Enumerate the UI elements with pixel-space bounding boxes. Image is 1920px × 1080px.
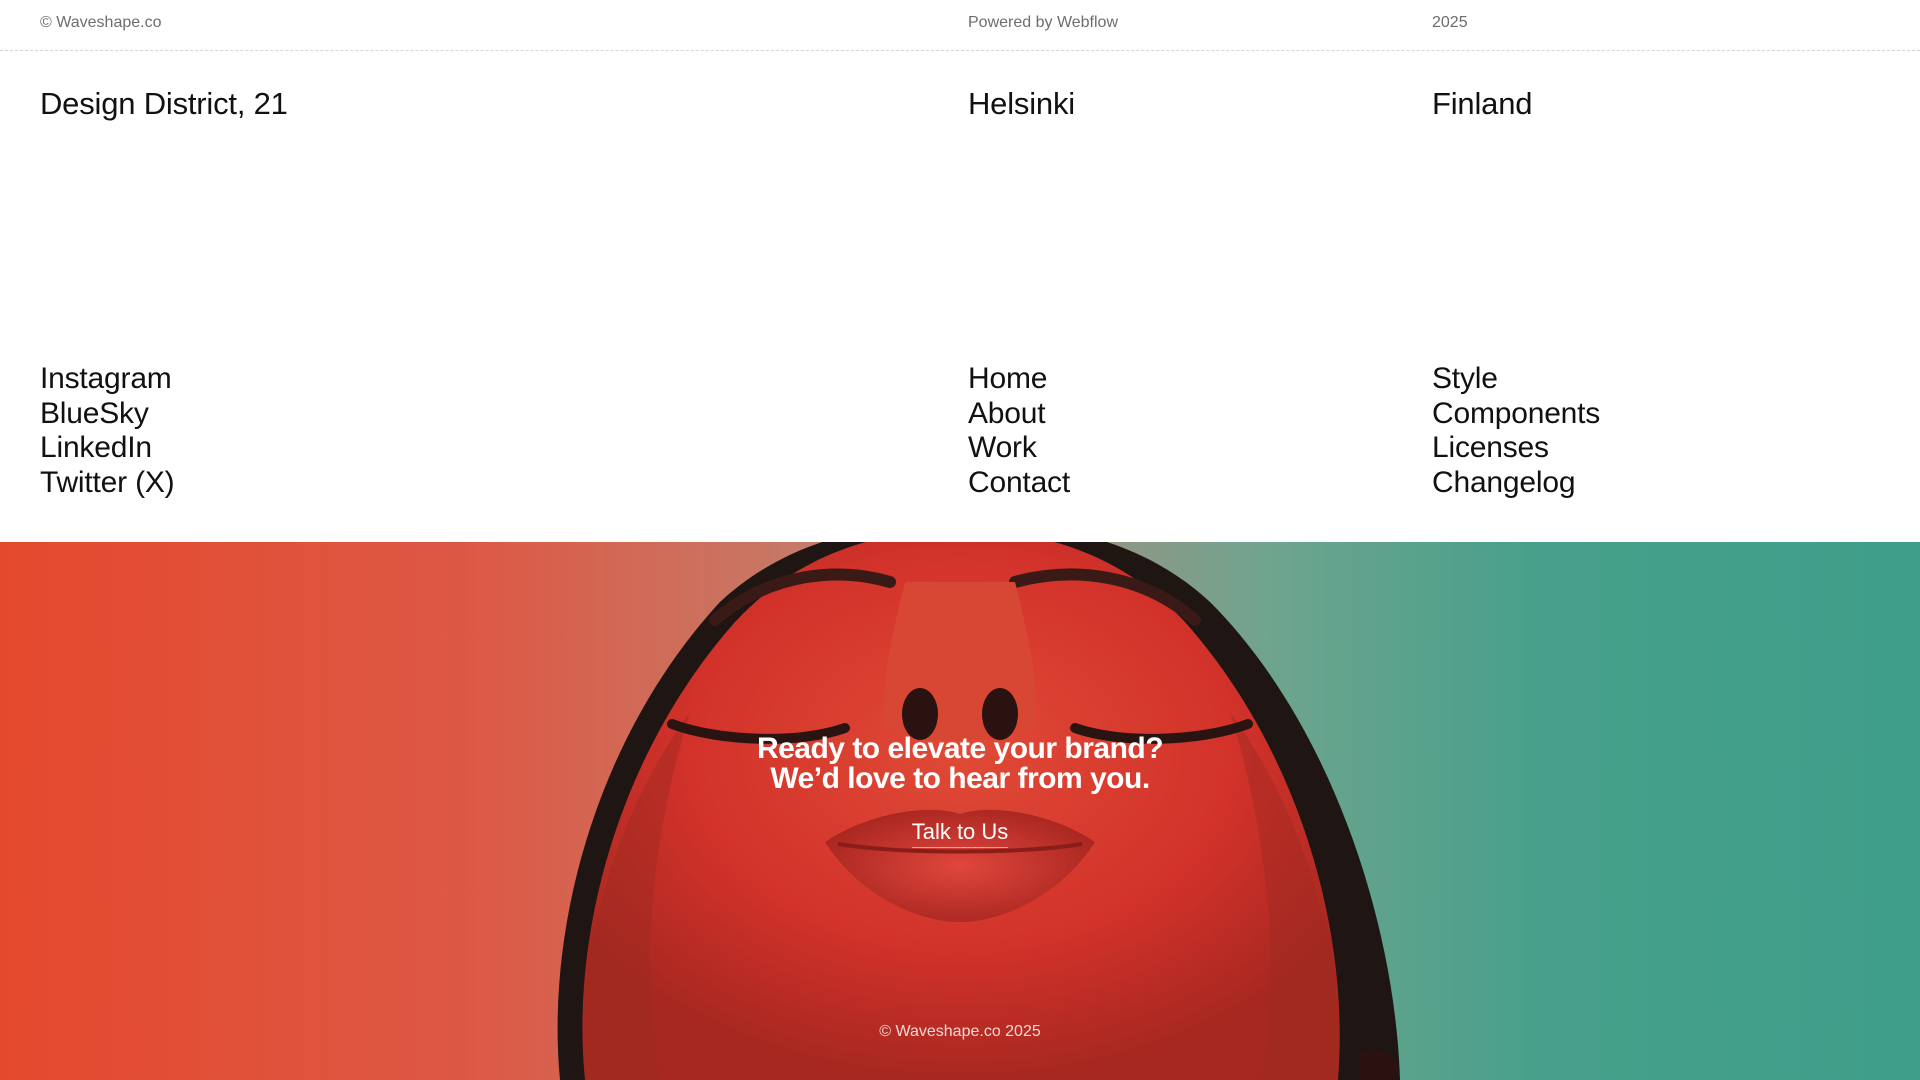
- nav-links-list: Home About Work Contact: [968, 362, 1070, 500]
- hero-copyright: © Waveshape.co 2025: [879, 1023, 1041, 1040]
- address-country: Finland: [1432, 86, 1533, 121]
- cta-headline-line1: Ready to elevate your brand?: [756, 732, 1164, 765]
- social-link-instagram[interactable]: Instagram: [40, 362, 172, 395]
- powered-by-link[interactable]: Powered by Webflow: [968, 14, 1118, 32]
- address-street: Design District, 21: [40, 86, 288, 121]
- meta-copyright: © Waveshape.co: [40, 14, 162, 31]
- nav-link-work[interactable]: Work: [968, 431, 1037, 464]
- social-link-linkedin[interactable]: LinkedIn: [40, 431, 152, 464]
- meta-year: 2025: [1432, 14, 1468, 31]
- social-link-bluesky[interactable]: BlueSky: [40, 397, 149, 430]
- cta-block: Ready to elevate your brand? We’d love t…: [0, 734, 1920, 848]
- nav-link-home[interactable]: Home: [968, 362, 1047, 395]
- resource-link-changelog[interactable]: Changelog: [1432, 466, 1576, 499]
- cta-hero-section: Ready to elevate your brand? We’d love t…: [0, 542, 1920, 1080]
- cta-headline-line2: We’d love to hear from you.: [770, 762, 1150, 795]
- resource-link-licenses[interactable]: Licenses: [1432, 431, 1549, 464]
- address-city: Helsinki: [968, 86, 1075, 121]
- nav-link-about[interactable]: About: [968, 397, 1046, 430]
- talk-to-us-button[interactable]: Talk to Us: [911, 819, 1009, 848]
- social-links-list: Instagram BlueSky LinkedIn Twitter (X): [40, 362, 175, 500]
- resource-links-list: Style Components Licenses Changelog: [1432, 362, 1600, 500]
- social-link-twitter[interactable]: Twitter (X): [40, 466, 175, 499]
- nav-link-contact[interactable]: Contact: [968, 466, 1070, 499]
- resource-link-components[interactable]: Components: [1432, 397, 1600, 430]
- footer-meta-bar: © Waveshape.co Powered by Webflow 2025: [0, 0, 1920, 51]
- resource-link-style[interactable]: Style: [1432, 362, 1498, 395]
